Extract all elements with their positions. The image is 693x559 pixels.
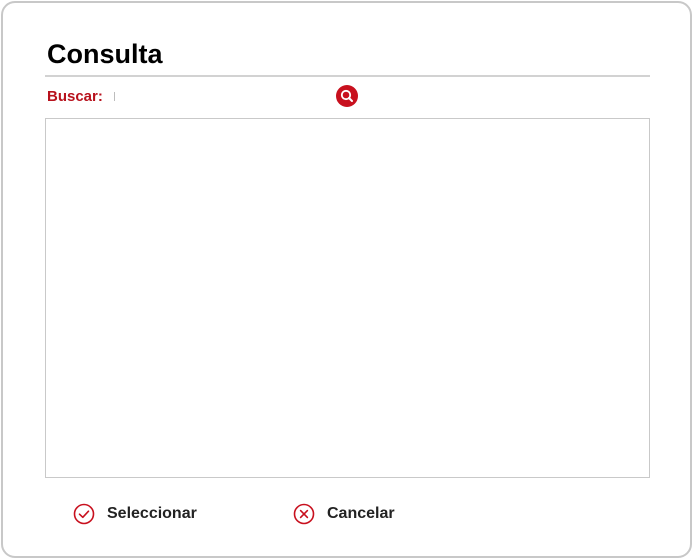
search-input[interactable] (113, 89, 335, 105)
search-button[interactable] (336, 85, 358, 107)
select-button-label: Seleccionar (107, 505, 197, 522)
cancel-button[interactable]: Cancelar (293, 501, 395, 527)
text-cursor (114, 92, 115, 101)
title-divider (45, 75, 650, 77)
dialog-title: Consulta (47, 39, 163, 69)
select-button[interactable]: Seleccionar (73, 501, 197, 527)
check-circle-icon (73, 503, 95, 525)
consulta-dialog: Consulta Buscar: Seleccionar Cancelar (1, 1, 692, 558)
close-icon (293, 503, 315, 525)
search-label: Buscar: (47, 88, 103, 105)
cancel-button-label: Cancelar (327, 505, 395, 522)
search-icon (340, 89, 353, 102)
results-list[interactable] (45, 118, 650, 478)
